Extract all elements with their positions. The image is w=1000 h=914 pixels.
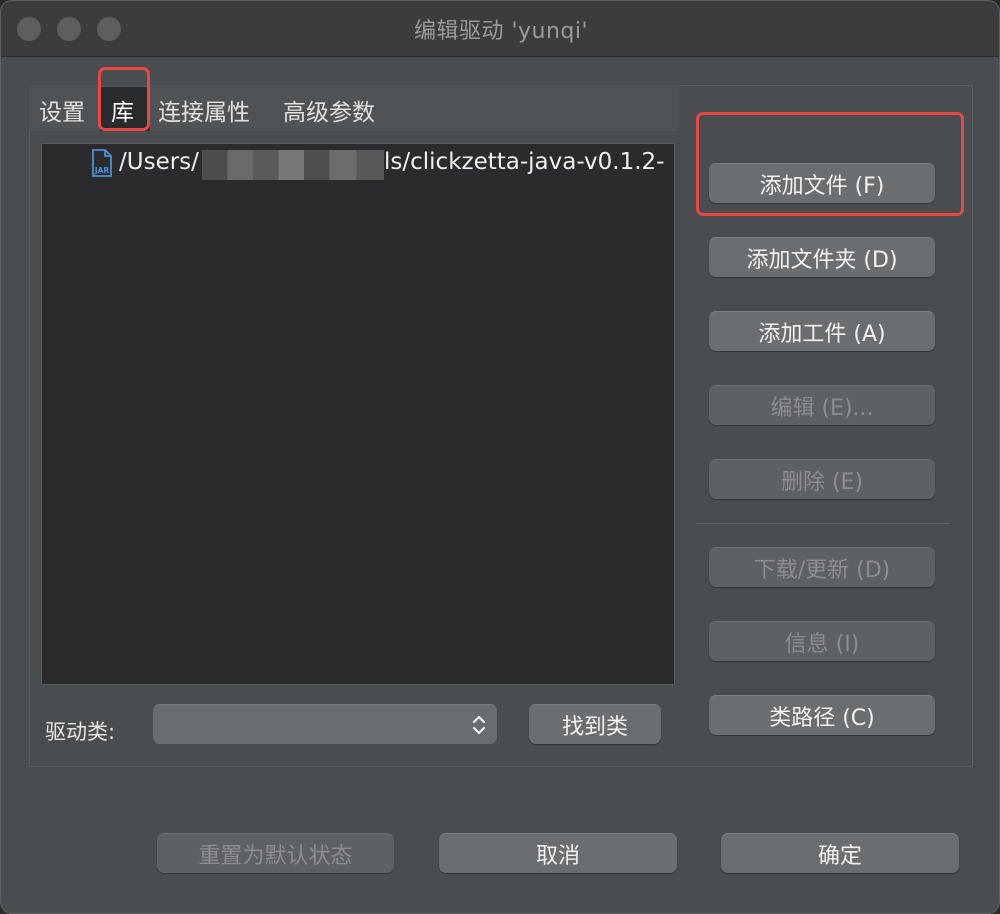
driver-class-select[interactable] bbox=[153, 704, 497, 744]
reset-defaults-button[interactable]: 重置为默认状态 bbox=[157, 833, 394, 873]
info-button[interactable]: 信息 (I) bbox=[709, 621, 935, 661]
ok-button[interactable]: 确定 bbox=[721, 833, 959, 873]
cancel-button[interactable]: 取消 bbox=[439, 833, 677, 873]
classpath-button[interactable]: 类路径 (C) bbox=[709, 695, 935, 735]
add-file-highlight-box bbox=[696, 112, 964, 216]
redacted-path-segment bbox=[202, 150, 384, 180]
library-file-list[interactable] bbox=[41, 143, 675, 685]
add-artifact-button[interactable]: 添加工件 (A) bbox=[709, 311, 935, 351]
driver-class-label: 驱动类: bbox=[45, 720, 116, 744]
jar-file-icon: JAR bbox=[90, 149, 114, 177]
svg-text:JAR: JAR bbox=[94, 166, 110, 175]
tab-connection-properties[interactable]: 连接属性 bbox=[158, 93, 250, 127]
title-bar: 编辑驱动 'yunqi' bbox=[1, 1, 999, 57]
select-updown-icon bbox=[472, 715, 486, 735]
add-folder-button[interactable]: 添加文件夹 (D) bbox=[709, 237, 935, 277]
edit-button[interactable]: 编辑 (E)... bbox=[709, 385, 935, 425]
tab-settings[interactable]: 设置 bbox=[39, 93, 85, 127]
button-separator bbox=[696, 523, 950, 524]
window-title: 编辑驱动 'yunqi' bbox=[413, 19, 589, 44]
tab-highlight-box bbox=[98, 67, 150, 131]
find-class-button[interactable]: 找到类 bbox=[529, 704, 661, 744]
file-path-suffix[interactable]: ls/clickzetta-java-v0.1.2- bbox=[384, 149, 664, 175]
edit-driver-dialog: 编辑驱动 'yunqi' 设置 库 连接属性 高级参数 JAR /Users/ … bbox=[0, 0, 1000, 914]
tab-advanced-parameters[interactable]: 高级参数 bbox=[283, 93, 375, 127]
delete-button[interactable]: 删除 (E) bbox=[709, 459, 935, 499]
download-update-button[interactable]: 下载/更新 (D) bbox=[709, 547, 935, 587]
file-path-prefix[interactable]: /Users/ bbox=[119, 149, 199, 175]
